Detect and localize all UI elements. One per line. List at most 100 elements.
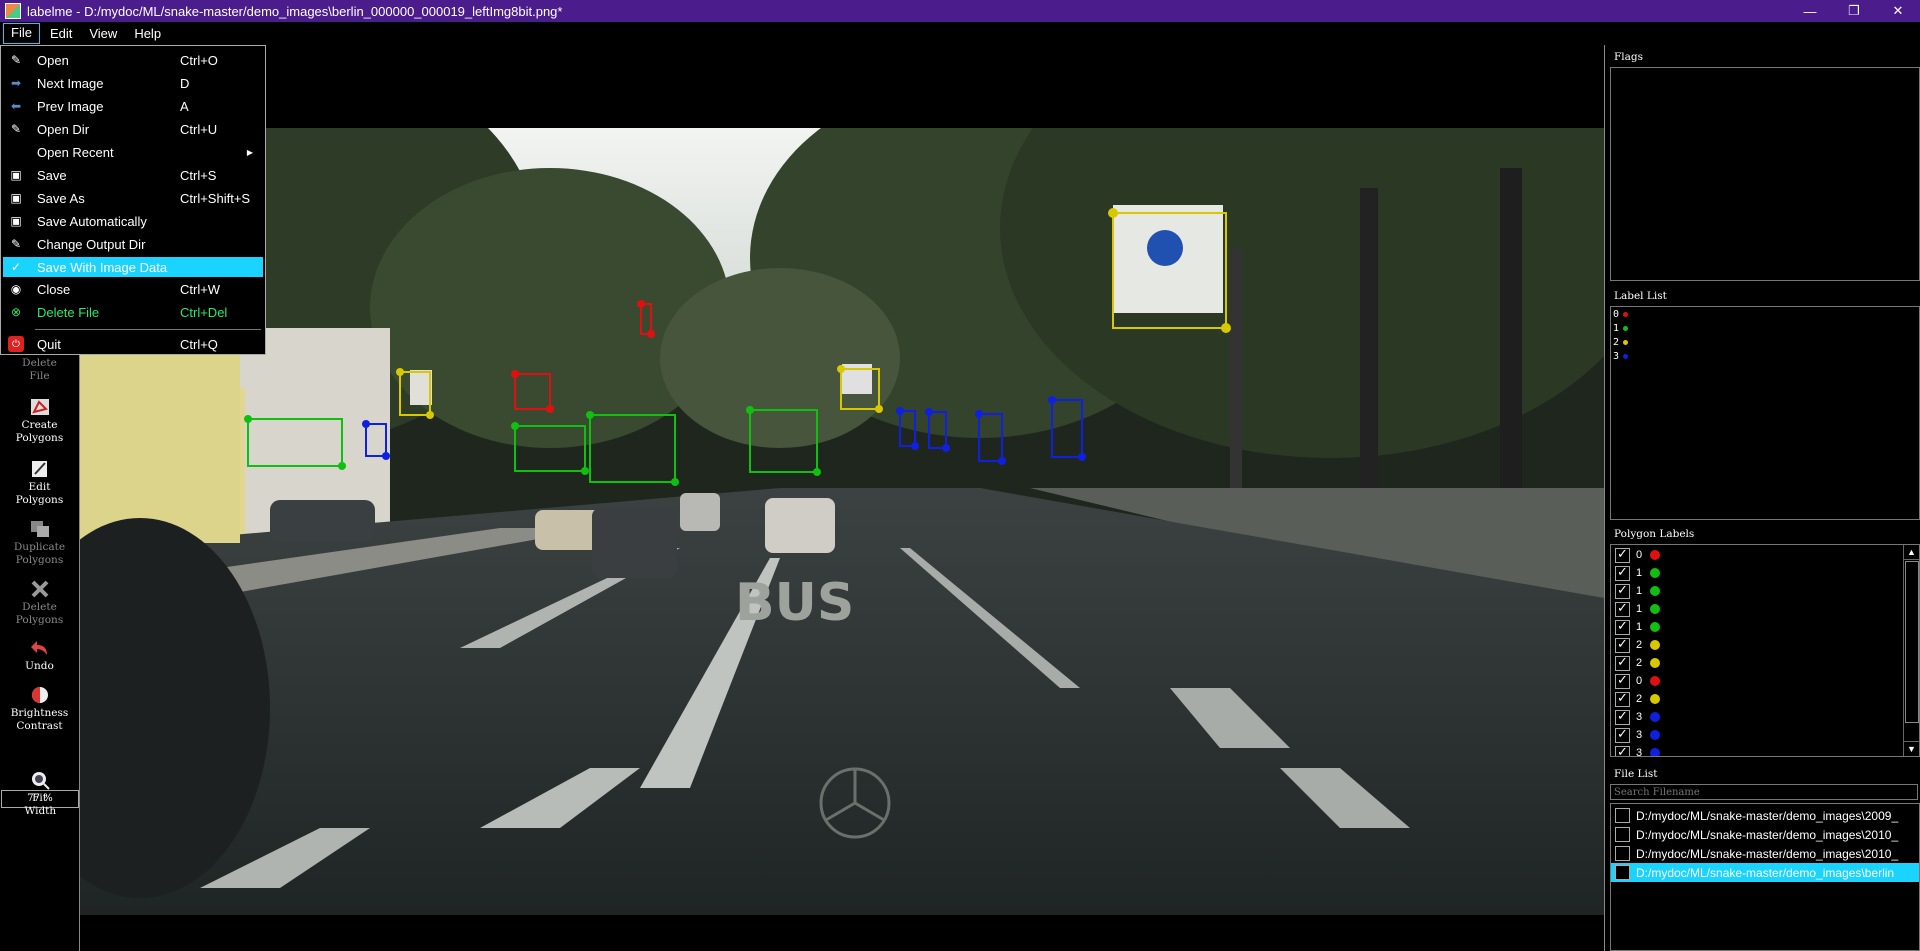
polygon-label-item[interactable]: 2 (1611, 690, 1919, 708)
close-file-icon: ◉ (10, 282, 22, 296)
polygon-visibility-checkbox[interactable] (1615, 654, 1630, 671)
file-menu-item-shortcut: Ctrl+W (180, 281, 221, 297)
file-list-item[interactable]: D:/mydoc/ML/snake-master/demo_images\ber… (1611, 863, 1919, 882)
menu-help[interactable]: Help (127, 24, 168, 43)
delete-file-icon: ⊗ (10, 305, 22, 319)
street-scene-image: BUS (80, 128, 1604, 915)
fit-width-tool[interactable]: Fit Width (0, 770, 79, 818)
polygon-visibility-checkbox[interactable] (1615, 564, 1630, 581)
label-list-item[interactable]: 0 (1611, 308, 1919, 322)
polygon-label-item[interactable]: 2 (1611, 654, 1919, 672)
file-menu-item-save-with-image-data[interactable]: ✓ Save With Image Data (3, 257, 263, 277)
file-menu-item-save-as[interactable]: ▣ Save As Ctrl+Shift+S (3, 188, 263, 208)
delete-file-tool[interactable]: Delete File (0, 357, 79, 383)
polygon-color-dot (1650, 622, 1661, 632)
file-name: D:/mydoc/ML/snake-master/demo_images\201… (1636, 827, 1899, 842)
file-menu-item-close[interactable]: ◉ Close Ctrl+W (3, 279, 263, 299)
polygon-visibility-checkbox[interactable] (1615, 636, 1630, 653)
scroll-up-icon[interactable]: ▲ (1904, 545, 1919, 560)
prev-icon: ⬅ (10, 99, 22, 113)
file-menu-item-next-image[interactable]: ➡ Next Image D (3, 73, 263, 93)
polygon-label-text: 0 (1636, 675, 1643, 687)
menu-edit[interactable]: Edit (43, 24, 79, 43)
polygon-color-dot (1650, 640, 1661, 650)
file-menu-item-quit[interactable]: ⏻ Quit Ctrl+Q (3, 334, 263, 354)
flags-panel (1610, 67, 1920, 281)
file-menu-item-label: Save With Image Data (37, 259, 168, 275)
restore-button[interactable]: ❐ (1832, 0, 1876, 22)
flags-title: Flags (1614, 51, 1644, 63)
polygon-label-item[interactable]: 1 (1611, 600, 1919, 618)
polygon-visibility-checkbox[interactable] (1615, 546, 1630, 563)
menu-view[interactable]: View (82, 24, 124, 43)
file-menu-item-change-output-dir[interactable]: ✎ Change Output Dir (3, 234, 263, 254)
label-list-title: Label List (1614, 290, 1667, 302)
polygon-visibility-checkbox[interactable] (1615, 600, 1630, 617)
label-list-item[interactable]: 2 (1611, 336, 1919, 350)
create-polygons-tool[interactable]: Create Polygons (0, 397, 79, 445)
polygon-visibility-checkbox[interactable] (1615, 708, 1630, 725)
polygon-label-item[interactable]: 3 (1611, 726, 1919, 744)
image-canvas[interactable]: BUS (80, 45, 1605, 951)
close-window-button[interactable]: ✕ (1876, 0, 1920, 22)
label-list-item[interactable]: 3 (1611, 350, 1919, 364)
minimize-button[interactable]: — (1788, 0, 1832, 22)
file-list-item[interactable]: D:/mydoc/ML/snake-master/demo_images\200… (1611, 806, 1919, 825)
polygon-label-item[interactable]: 1 (1611, 582, 1919, 600)
undo-tool[interactable]: Undo (0, 638, 79, 673)
polygon-label-item[interactable]: 0 (1611, 672, 1919, 690)
file-menu-item-open-recent[interactable]: Open Recent ▶ (3, 142, 263, 162)
polygon-label-item[interactable]: 2 (1611, 636, 1919, 654)
file-menu-item-save[interactable]: ▣ Save Ctrl+S (3, 165, 263, 185)
file-checkbox[interactable] (1615, 827, 1630, 842)
file-menu-item-open-dir[interactable]: ✎ Open Dir Ctrl+U (3, 119, 263, 139)
file-list-item[interactable]: D:/mydoc/ML/snake-master/demo_images\201… (1611, 825, 1919, 844)
polygon-color-dot (1650, 748, 1661, 756)
polygon-color-dot (1650, 676, 1661, 686)
file-list-item[interactable]: D:/mydoc/ML/snake-master/demo_images\201… (1611, 844, 1919, 863)
file-menu-item-shortcut: Ctrl+Shift+S (180, 190, 251, 206)
polygon-visibility-checkbox[interactable] (1615, 690, 1630, 707)
file-checkbox[interactable] (1615, 865, 1630, 880)
polygon-label-item[interactable]: 1 (1611, 618, 1919, 636)
polygon-visibility-checkbox[interactable] (1615, 618, 1630, 635)
label-list-item[interactable]: 1 (1611, 322, 1919, 336)
file-name: D:/mydoc/ML/snake-master/demo_images\200… (1636, 808, 1899, 823)
file-list-panel: D:/mydoc/ML/snake-master/demo_images\200… (1610, 803, 1920, 951)
polygon-label-text: 3 (1636, 729, 1643, 741)
polygon-label-item[interactable]: 0 (1611, 546, 1919, 564)
file-menu-item-save-automatically[interactable]: ▣ Save Automatically (3, 211, 263, 231)
polygon-visibility-checkbox[interactable] (1615, 672, 1630, 689)
delete-polygons-tool[interactable]: Delete Polygons (0, 579, 79, 627)
file-menu-item-shortcut: A (180, 98, 189, 114)
polygon-label-item[interactable]: 3 (1611, 744, 1919, 756)
edit-polygons-tool[interactable]: Edit Polygons (0, 459, 79, 507)
polygon-label-text: 2 (1636, 693, 1643, 705)
file-menu-item-prev-image[interactable]: ⬅ Prev Image A (3, 96, 263, 116)
polygon-visibility-checkbox[interactable] (1615, 726, 1630, 743)
brightness-contrast-tool-label: Brightness Contrast (10, 707, 69, 732)
road-bus-text: BUS (735, 573, 854, 633)
delete-polygon-icon (31, 580, 48, 598)
polygon-label-item[interactable]: 3 (1611, 708, 1919, 726)
delete-polygons-tool-label: Delete Polygons (15, 601, 64, 626)
file-checkbox[interactable] (1615, 846, 1630, 861)
label-color-swatch (1623, 339, 1629, 345)
polygon-visibility-checkbox[interactable] (1615, 582, 1630, 599)
undo-icon (30, 641, 47, 655)
search-filename-input[interactable] (1610, 784, 1918, 800)
file-checkbox[interactable] (1615, 808, 1630, 823)
polygon-visibility-checkbox[interactable] (1615, 744, 1630, 756)
scroll-thumb[interactable] (1905, 561, 1919, 723)
polygon-label-item[interactable]: 1 (1611, 564, 1919, 582)
brightness-contrast-tool[interactable]: Brightness Contrast (0, 685, 79, 733)
next-icon: ➡ (10, 76, 22, 90)
undo-tool-label: Undo (25, 660, 54, 672)
scroll-down-icon[interactable]: ▼ (1904, 741, 1919, 756)
file-menu-item-delete-file[interactable]: ⊗ Delete File Ctrl+Del (3, 302, 263, 322)
menu-file[interactable]: File (3, 23, 40, 44)
file-menu-item-label: Save Automatically (37, 213, 147, 229)
polygon-labels-scrollbar[interactable]: ▲ ▼ (1903, 545, 1919, 756)
duplicate-polygons-tool[interactable]: Duplicate Polygons (0, 519, 79, 567)
file-menu-item-open[interactable]: ✎ Open Ctrl+O (3, 50, 263, 70)
